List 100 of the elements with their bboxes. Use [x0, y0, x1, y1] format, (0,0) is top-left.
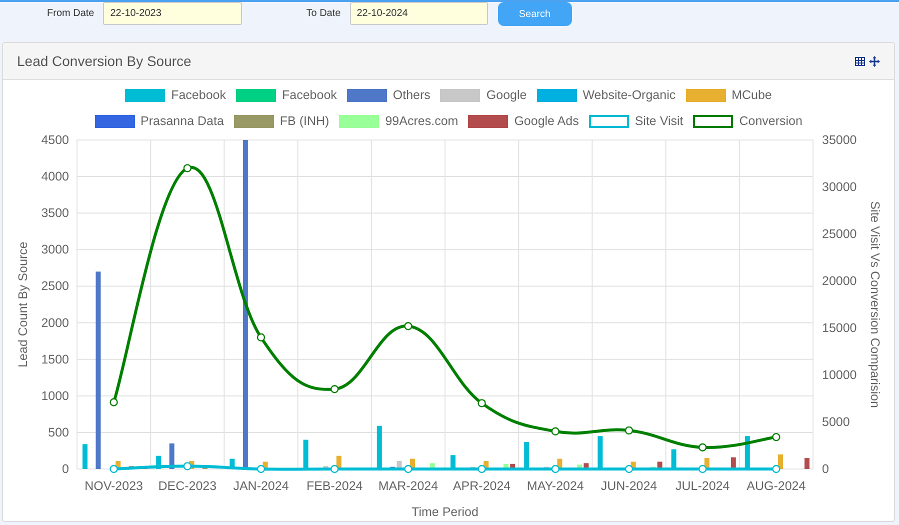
bar	[510, 463, 516, 468]
data-point	[110, 464, 118, 473]
legend-label[interactable]: Google	[486, 86, 527, 105]
data-point	[110, 398, 118, 406]
bar	[671, 448, 676, 468]
data-point	[256, 332, 266, 341]
axis-label: MAR-2024	[378, 478, 438, 492]
bar	[376, 425, 382, 468]
legend-swatch	[588, 114, 629, 128]
bar	[169, 442, 174, 468]
data-point	[698, 442, 707, 451]
legend-label[interactable]: FB (INH)	[280, 112, 330, 130]
data-point	[624, 426, 634, 434]
bar	[503, 463, 508, 468]
legend-swatch	[536, 88, 577, 102]
bar	[336, 455, 342, 468]
legend-swatch	[234, 114, 274, 128]
bar	[804, 458, 810, 468]
axis-label: 3500	[41, 206, 69, 220]
data-point	[183, 462, 192, 470]
axis-label: MAY-2024	[526, 478, 584, 492]
bar	[598, 436, 603, 468]
bar	[82, 444, 88, 468]
axis-label: 4000	[41, 169, 69, 184]
legend-label[interactable]: Prasanna Data	[140, 112, 224, 130]
data-point	[404, 322, 412, 330]
table-icon[interactable]	[855, 56, 865, 66]
legend-swatch	[339, 114, 380, 128]
bar	[744, 436, 750, 468]
card-title: Lead Conversion By Source	[17, 52, 192, 71]
bar	[323, 466, 328, 468]
data-point	[772, 432, 780, 441]
bar	[202, 466, 208, 468]
axis-label: 20000	[822, 274, 857, 288]
field-label: From Date	[47, 7, 94, 21]
legend-swatch	[94, 114, 135, 128]
legend-swatch	[693, 114, 734, 128]
legend-swatch	[346, 88, 387, 102]
axis-label: APR-2024	[452, 478, 511, 492]
date-field[interactable]: 22-10-2023	[103, 2, 242, 25]
axis-label: 2000	[41, 315, 69, 330]
axis-label: JUL-2024	[676, 478, 730, 492]
data-point	[183, 164, 192, 172]
axis-label: 3000	[41, 242, 69, 256]
legend-label[interactable]: Conversion	[739, 112, 802, 130]
data-point	[698, 464, 707, 473]
axis-title: Time Period	[412, 504, 478, 518]
data-point	[330, 384, 339, 393]
axis-label: 30000	[822, 180, 857, 194]
axis-label: 2500	[41, 278, 69, 293]
legend-swatch	[686, 88, 726, 102]
legend-label[interactable]: Google Ads	[514, 112, 579, 130]
bar	[778, 454, 783, 468]
legend-swatch	[125, 88, 166, 102]
field-label: To Date	[306, 7, 341, 21]
axis-label: NOV-2023	[84, 478, 143, 492]
legend-label[interactable]: Facebook	[282, 86, 337, 105]
axis-label: 5000	[822, 414, 850, 428]
bar	[450, 454, 456, 468]
data-point	[404, 464, 412, 473]
move-icon[interactable]	[869, 56, 880, 66]
axis-label: 1500	[41, 352, 69, 366]
data-point	[624, 464, 634, 473]
axis-label: 1000	[41, 388, 69, 402]
legend-swatch	[236, 88, 276, 102]
axis-label: AUG-2024	[746, 478, 806, 492]
bar	[430, 462, 435, 468]
data-point	[478, 464, 486, 473]
bar	[303, 439, 308, 468]
axis-label: 35000	[822, 132, 857, 146]
axis-label: 0	[62, 462, 69, 476]
data-point	[330, 464, 339, 473]
axis-label: 25000	[822, 226, 857, 240]
data-point	[256, 464, 266, 473]
bar	[128, 466, 134, 468]
axis-label: JAN-2024	[233, 478, 289, 492]
legend-label[interactable]: 99Acres.com	[385, 112, 458, 130]
bar	[156, 455, 162, 468]
legend-label[interactable]: Site Visit	[634, 112, 684, 130]
legend-label[interactable]: Website-Organic	[582, 86, 676, 105]
bar	[410, 458, 415, 468]
legend-label[interactable]: MCube	[732, 86, 772, 105]
axis-label: 4500	[41, 132, 69, 146]
axis-label: 0	[822, 462, 829, 476]
bar	[524, 441, 530, 468]
bar	[230, 458, 235, 468]
data-point	[772, 464, 780, 473]
legend-label[interactable]: Others	[392, 86, 430, 105]
bar	[544, 466, 549, 468]
axis-label: JUN-2024	[600, 478, 658, 492]
axis-label: FEB-2024	[306, 478, 363, 492]
legend-label[interactable]: Facebook	[171, 86, 226, 105]
data-point	[478, 398, 486, 407]
axis-label: 15000	[822, 320, 857, 334]
bar	[470, 466, 476, 468]
date-field[interactable]: 22-10-2024	[350, 2, 488, 25]
legend-swatch	[440, 88, 480, 102]
axis-label: 500	[48, 424, 69, 439]
axis-label: DEC-2023	[158, 478, 217, 492]
data-point	[551, 426, 560, 435]
